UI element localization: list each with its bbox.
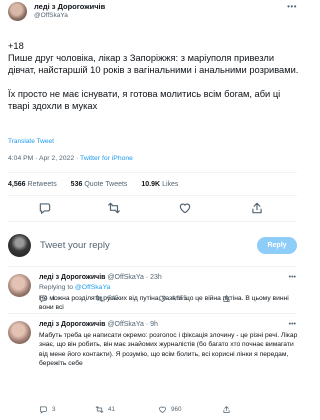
tweet-stats: 4,566 Retweets 536 Quote Tweets 10.9K Likes	[8, 181, 190, 188]
reply-1-action-row: 1 545 4,655	[39, 294, 294, 306]
reply-2-retweet-count: 41	[108, 406, 116, 413]
tweet-time[interactable]: 4:04 PM · Apr 2, 2022 ·	[8, 155, 80, 162]
replying-to-handle[interactable]: @OffSkaYa	[75, 284, 110, 291]
divider	[8, 313, 297, 314]
reply-button[interactable]: Reply	[257, 237, 297, 254]
reply-2-comment-count: 3	[52, 406, 56, 413]
reply-header: леді з Дорогожичів @OffSkaYa · 9h	[39, 321, 158, 328]
reply-text: Мабуть треба це написати окремо: розголо…	[39, 332, 298, 367]
tweet-timestamp: 4:04 PM · Apr 2, 2022 · Twitter for iPho…	[8, 155, 133, 162]
divider	[8, 195, 297, 196]
reply-1-more-wrap: •••	[8, 274, 300, 284]
more-options-icon[interactable]: •••	[287, 2, 297, 11]
quote-tweets-count[interactable]: 536 Quote Tweets	[71, 181, 128, 188]
reply-2-action-bar: 3 41 960	[8, 405, 300, 417]
reply-icon	[40, 295, 47, 303]
reply-1-like-count: 4,655	[171, 295, 187, 302]
tweet-text: +18 Пише друг чоловіка, лікар з Запоріжж…	[8, 40, 300, 124]
reply-tweet-2[interactable]: леді з Дорогожичів @OffSkaYa · 9h ••• Ма…	[8, 321, 300, 401]
like-icon[interactable]	[178, 201, 192, 215]
retweet-icon	[95, 294, 104, 303]
author-name[interactable]: леді з Дорогожичів	[34, 2, 105, 11]
reply-2-comment-button[interactable]: 3	[39, 405, 56, 414]
tweet-action-bar	[0, 199, 305, 217]
reply-composer: Tweet your reply Reply	[8, 234, 297, 260]
tweet-paragraph-2: Їх просто не має існувати, я готова моли…	[8, 89, 281, 111]
retweet-icon[interactable]	[107, 201, 121, 215]
tweet-paragraph-1: +18 Пише друг чоловіка, лікар з Запоріжж…	[8, 41, 299, 75]
reply-1-comment-button[interactable]: 1	[39, 294, 56, 303]
reply-1-like-button[interactable]: 4,655	[158, 294, 187, 303]
divider	[8, 221, 297, 222]
reply-2-like-button[interactable]: 960	[158, 405, 182, 414]
share-icon[interactable]	[250, 201, 264, 215]
like-icon	[159, 406, 166, 413]
tweet-header: леді з Дорогожичів @OffSkaYa •••	[8, 2, 297, 24]
reply-1-retweet-count: 545	[108, 295, 119, 302]
reply-1-action-bar: 1 545 4,655	[8, 294, 300, 306]
tweet-thread-page: леді з Дорогожичів @OffSkaYa ••• +18 Пиш…	[0, 0, 305, 420]
reply-input[interactable]: Tweet your reply	[40, 240, 110, 251]
divider	[8, 172, 297, 173]
reply-2-share-button[interactable]	[222, 405, 235, 414]
reply-more-options-icon[interactable]: •••	[289, 321, 296, 328]
share-icon	[223, 405, 230, 413]
author-handle[interactable]: @OffSkaYa	[34, 12, 68, 19]
divider	[8, 266, 297, 267]
reply-2-like-count: 960	[171, 406, 182, 413]
share-icon	[223, 294, 230, 302]
reply-1-share-button[interactable]	[222, 294, 235, 303]
reply-author-avatar[interactable]	[8, 321, 31, 344]
replying-to: Replying to @OffSkaYa	[39, 284, 110, 291]
reply-more-options-icon[interactable]: •••	[289, 274, 296, 281]
reply-2-retweet-button[interactable]: 41	[95, 405, 115, 414]
current-user-avatar[interactable]	[8, 234, 31, 257]
reply-1-retweet-button[interactable]: 545	[95, 294, 119, 303]
reply-author-name[interactable]: леді з Дорогожичів	[39, 321, 106, 328]
translate-tweet-link[interactable]: Translate Tweet	[8, 138, 54, 145]
reply-time[interactable]: · 9h	[146, 321, 158, 328]
reply-author-handle[interactable]: @OffSkaYa	[107, 321, 143, 328]
like-icon	[159, 295, 166, 302]
retweets-count[interactable]: 4,566 Retweets	[8, 181, 57, 188]
author-avatar[interactable]	[8, 2, 27, 21]
retweet-icon	[95, 405, 104, 414]
likes-count[interactable]: 10.9K Likes	[141, 181, 178, 188]
reply-1-comment-count: 1	[52, 295, 56, 302]
reply-icon	[40, 406, 47, 414]
reply-icon[interactable]	[38, 201, 52, 215]
tweet-source-app[interactable]: Twitter for iPhone	[80, 155, 133, 162]
reply-2-action-row: 3 41 960	[39, 405, 294, 417]
replying-to-label: Replying to	[39, 284, 74, 291]
